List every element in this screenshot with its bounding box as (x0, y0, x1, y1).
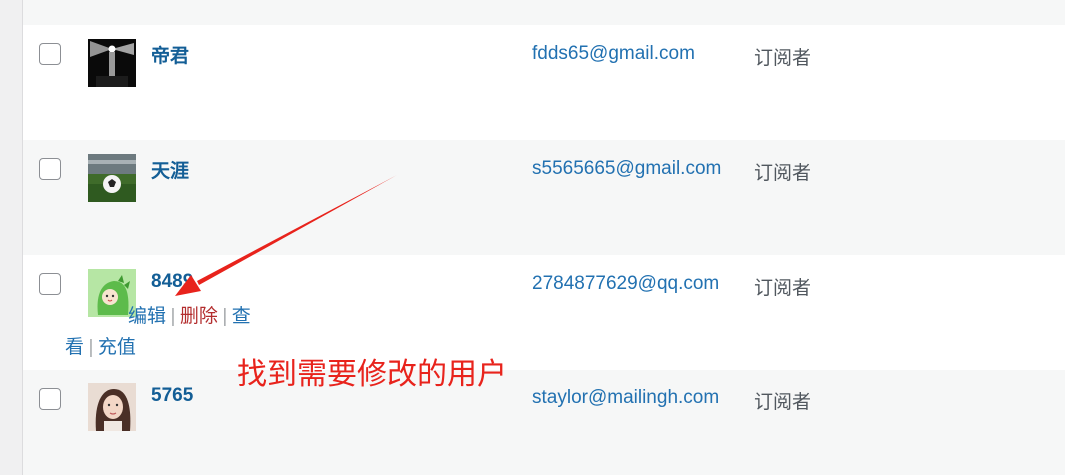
portrait-avatar (88, 383, 136, 431)
users-table: 帝君 fdds65@gmail.com 订阅者 天涯 s5565665@gmai… (23, 0, 1065, 475)
action-separator: | (88, 337, 94, 358)
row-select-checkbox[interactable] (39, 43, 61, 65)
action-separator: | (170, 306, 176, 327)
username-link[interactable]: 8489 (151, 271, 193, 293)
row-select-checkbox[interactable] (39, 158, 61, 180)
view-user-link-part2[interactable]: 看 (65, 337, 84, 358)
recharge-link[interactable]: 充值 (98, 337, 136, 358)
edit-user-link[interactable]: 编辑 (128, 306, 166, 327)
annotation-text: 找到需要修改的用户 (237, 358, 507, 391)
row-actions: 编辑 | 删除 | 查 (128, 301, 251, 328)
action-separator: | (222, 306, 228, 327)
role-label: 订阅者 (754, 163, 812, 184)
role-label: 订阅者 (754, 392, 812, 413)
delete-user-link[interactable]: 删除 (180, 306, 218, 327)
email-link[interactable]: staylor@mailingh.com (532, 387, 719, 409)
users-list-page: 帝君 fdds65@gmail.com 订阅者 天涯 s5565665@gmai… (0, 0, 1065, 475)
username-link[interactable]: 天涯 (151, 156, 189, 183)
email-link[interactable]: 2784877629@qq.com (532, 273, 719, 295)
lighthouse-avatar (88, 39, 136, 87)
role-label: 订阅者 (754, 278, 812, 299)
email-link[interactable]: s5565665@gmail.com (532, 158, 721, 180)
email-link[interactable]: fdds65@gmail.com (532, 43, 695, 65)
table-row: 帝君 fdds65@gmail.com 订阅者 (23, 25, 1065, 140)
row-select-checkbox[interactable] (39, 388, 61, 410)
table-row: 5765 staylor@mailingh.com 订阅者 (23, 370, 1065, 475)
table-row-partial (23, 0, 1065, 25)
username-link[interactable]: 帝君 (151, 41, 189, 68)
role-label: 订阅者 (754, 48, 812, 69)
soccer-ball-avatar (88, 154, 136, 202)
admin-sidebar-edge (0, 0, 23, 475)
view-user-link-part1[interactable]: 查 (232, 306, 251, 327)
row-actions-wrapped: 看 | 充值 (65, 332, 136, 359)
username-link[interactable]: 5765 (151, 385, 193, 407)
row-select-checkbox[interactable] (39, 273, 61, 295)
table-row: 天涯 s5565665@gmail.com 订阅者 (23, 140, 1065, 255)
